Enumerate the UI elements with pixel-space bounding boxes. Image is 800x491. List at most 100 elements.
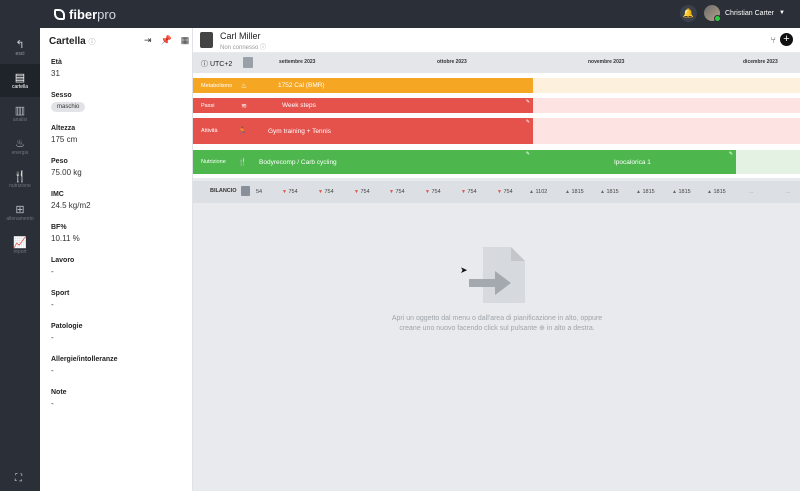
edit-icon[interactable]: ✎ — [526, 99, 530, 105]
patient-avatar — [200, 32, 213, 48]
left-nav: ↰ esci ▤ cartella ▥ analisi ♨ energia 🍴 … — [0, 28, 40, 491]
field-value: - — [51, 333, 54, 342]
field-label: Lavoro — [51, 257, 75, 264]
field-eta: Età 31 — [51, 59, 62, 78]
field-value: 24.5 kg/m2 — [51, 201, 91, 210]
balance-cell: ▲ 1815 — [707, 189, 726, 195]
up-triangle-icon: ▲ — [600, 189, 605, 195]
balance-cell: ▲ 1815 — [672, 189, 691, 195]
down-triangle-icon: ▼ — [461, 189, 466, 195]
edit-icon[interactable]: ✎ — [729, 151, 733, 157]
panel-title-text: Cartella — [49, 36, 86, 47]
trend-chart-icon: 📈 — [13, 236, 27, 249]
bar-ghost — [533, 98, 800, 113]
balance-chart-icon[interactable] — [241, 186, 250, 196]
balance-value: 754 — [395, 189, 405, 195]
nav-item-cartella[interactable]: ▤ cartella — [0, 64, 40, 97]
timezone-text: UTC+2 — [209, 61, 233, 68]
bar-text: Week steps — [282, 102, 316, 109]
sex-chip: maschio — [51, 102, 86, 112]
empty-state-line: Apri un oggetto dal menu o dall'area di … — [391, 315, 603, 322]
top-bar: fiber pro 🔔 Christian Carter ▼ — [0, 0, 800, 28]
bar-nutrizione-2[interactable]: Ipocalorica 1 ✎ — [533, 150, 736, 174]
flame-icon: ♨ — [15, 137, 25, 150]
bar-passi[interactable]: Week steps ✎ — [255, 98, 533, 113]
dumbbell-icon: ⊞ — [15, 203, 25, 216]
down-triangle-icon: ▼ — [425, 189, 430, 195]
balance-cell: ▼ 754 — [425, 189, 441, 195]
back-arrow-icon: ↰ — [15, 38, 25, 51]
month-label: dicembre 2023 — [743, 59, 778, 65]
bar-ghost — [736, 150, 800, 174]
bar-nutrizione-1[interactable]: Bodyrecomp / Carb cycling ✎ — [255, 150, 533, 174]
field-bf: BF% 10.11 % — [51, 224, 80, 243]
field-label: Altezza — [51, 125, 76, 132]
balance-cell: ▼ 754 — [318, 189, 334, 195]
field-value: 31 — [51, 69, 60, 78]
row-label-nutrizione[interactable]: Nutrizione 🍴 — [193, 150, 255, 174]
balance-value: 754 — [503, 189, 513, 195]
up-triangle-icon: ▲ — [529, 189, 534, 195]
nav-item-esci[interactable]: ↰ esci — [0, 31, 40, 64]
layout-icon[interactable]: ▦ — [181, 35, 190, 46]
balance-row: BILANCIO 54 ▼ 754 ▼ 754 ▼ 754 ▼ 754 ▼ 75… — [193, 181, 800, 203]
timeline-body: Metabolismo ♨ 1752 Cal (BMR) Passi ≋ Week … — [193, 73, 800, 178]
down-triangle-icon: ▼ — [389, 189, 394, 195]
nav-item-report[interactable]: 📈 report — [0, 229, 40, 262]
collapse-icon[interactable]: ⇥ — [144, 35, 152, 46]
panel-toolbar: ⇥ 📌 ▦ — [144, 35, 189, 46]
field-value: - — [51, 267, 54, 276]
up-triangle-icon: ▲ — [707, 189, 712, 195]
nav-item-nutrizione[interactable]: 🍴 nutrizione — [0, 163, 40, 196]
nav-label: allenamento — [6, 215, 34, 222]
nav-item-allenamento[interactable]: ⊞ allenamento — [0, 196, 40, 229]
branch-icon[interactable]: ⑂ — [771, 35, 776, 45]
user-name: Christian Carter — [725, 9, 775, 17]
patient-status: Non connesso ⓘ — [220, 42, 266, 51]
field-value: - — [51, 300, 54, 309]
brand-main: fiber — [69, 6, 98, 22]
edit-icon[interactable]: ✎ — [526, 119, 530, 125]
nav-label: nutrizione — [9, 182, 31, 189]
month-label: settembre 2023 — [279, 59, 316, 65]
field-label: Peso — [51, 158, 68, 165]
balance-cell: ▲ 1815 — [636, 189, 655, 195]
field-lavoro: Lavoro - — [51, 257, 74, 276]
info-icon[interactable]: ⓘ — [88, 39, 95, 46]
balance-value: 754 — [431, 189, 441, 195]
field-label: Sesso — [51, 92, 72, 99]
fork-knife-icon: 🍴 — [238, 159, 247, 166]
brand-sub: pro — [97, 6, 116, 22]
clipboard-icon: ▤ — [14, 71, 26, 84]
row-label-attivita[interactable]: Attività 🏃 — [193, 118, 255, 144]
logo-mark-icon — [54, 8, 65, 20]
row-label-metabolismo[interactable]: Metabolismo ♨ — [193, 78, 255, 93]
edit-icon[interactable]: ✎ — [526, 151, 530, 157]
nav-label: report — [13, 248, 27, 255]
user-menu[interactable]: Christian Carter ▼ — [704, 5, 785, 22]
nav-item-analisi[interactable]: ▥ analisi — [0, 97, 40, 130]
calendar-icon[interactable] — [243, 57, 253, 68]
field-sport: Sport - — [51, 290, 69, 309]
panel-title: Cartella ⓘ — [49, 36, 95, 47]
bar-metabolismo[interactable]: 1752 Cal (BMR) — [255, 78, 533, 93]
fork-knife-icon: 🍴 — [13, 170, 27, 183]
timeline-axis: ⓘ UTC+2 settembre 2023 ottobre 2023 nove… — [193, 53, 800, 73]
bar-attivita[interactable]: Gym training + Tennis ✎ — [255, 118, 533, 144]
pin-icon[interactable]: 📌 — [161, 35, 172, 46]
nav-item-energia[interactable]: ♨ energia — [0, 130, 40, 163]
add-button[interactable]: + — [780, 33, 793, 46]
notifications-bell-icon[interactable]: 🔔 — [680, 5, 697, 22]
balance-value: 54 — [256, 189, 263, 195]
bar-text: Bodyrecomp / Carb cycling — [259, 158, 337, 166]
app-logo[interactable]: fiber pro — [54, 7, 116, 22]
info-icon[interactable]: ⓘ — [260, 45, 266, 51]
bar-text: 1752 Cal (BMR) — [278, 82, 325, 89]
empty-state-text: Apri un oggetto dal menu o dall'area di … — [383, 314, 611, 334]
timezone-selector[interactable]: ⓘ UTC+2 — [201, 59, 232, 69]
fullscreen-icon[interactable]: ⛶ — [15, 473, 22, 484]
row-label-passi[interactable]: Passi ≋ — [193, 98, 255, 113]
field-altezza: Altezza 175 cm — [51, 125, 77, 144]
balance-value: 1102 — [535, 189, 548, 195]
balance-cell: ▲ 1815 — [600, 189, 619, 195]
